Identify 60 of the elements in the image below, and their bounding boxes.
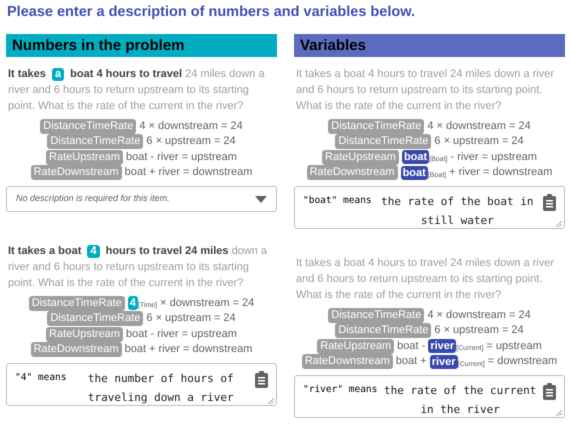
equation-tag: RateDownstream: [30, 342, 122, 358]
equation-text: = upstream: [486, 338, 542, 354]
equation-text: 6 × upstream = 24: [146, 311, 236, 326]
variable-chip: boat: [402, 150, 430, 164]
equation-tag: DistanceTimeRate: [40, 118, 136, 134]
variable-label: "boat" means: [303, 194, 372, 208]
description-field[interactable]: the rate of the current in the river: [380, 381, 540, 419]
equation-tag: DistanceTimeRate: [335, 134, 432, 150]
resize-handle-icon[interactable]: [556, 410, 562, 416]
resize-handle-icon[interactable]: [268, 398, 274, 404]
description-dropdown[interactable]: No description is required for this item.: [6, 186, 277, 212]
equation-tag: RateDownstream: [306, 165, 398, 180]
section-header: Numbers in the problem: [6, 34, 277, 57]
description-field[interactable]: the rate of the boat in still water: [374, 192, 540, 230]
problem-text: It takes a boat 4 hours to travel 24 miles down a river and 6 hours to return upstream to its starting point. What is the rate of the current in the river?: [7, 67, 266, 114]
equation-text: 4 × downstream = 24: [427, 118, 531, 134]
page-title: Please enter a description of numbers and variables below.: [6, 3, 416, 21]
problem-text: It takes a boat 4 hours to travel 24 miles down a river and 6 hours to return upstream to its starting point. What is the rate of the current in the river?: [7, 244, 268, 291]
equation-text: = downstream: [488, 354, 558, 370]
problem-text: It takes a boat 4 hours to travel 24 miles down a river and 6 hours to return upstream to its starting point. What is the rate of the current in the river?: [295, 67, 556, 114]
equation-tag: DistanceTimeRate: [328, 308, 424, 323]
equation-text: boat +: [396, 354, 427, 370]
equation-text: 6 × upstream = 24: [146, 134, 236, 150]
equation-text: boat + river = downstream: [124, 342, 252, 358]
variable-chip: river: [430, 354, 458, 369]
equation-tag: RateDownstream: [30, 165, 122, 180]
equation-tag: DistanceTimeRate: [47, 311, 144, 326]
equation-tag: RateUpstream: [46, 150, 123, 165]
problem-text: It takes a boat 4 hours to travel 24 miles down a river and 6 hours to return upstream to its starting point. What is the rate of the current in the river?: [295, 256, 556, 303]
equation-text: + river = downstream: [449, 165, 552, 180]
equation-text: boat - river = upstream: [126, 326, 237, 342]
equation-text: boat - river = upstream: [126, 150, 237, 165]
variable-chip: river: [428, 339, 456, 354]
clipboard-icon[interactable]: [543, 194, 556, 211]
resize-handle-icon[interactable]: [556, 221, 562, 227]
equation-text: × downstream = 24: [160, 296, 254, 311]
equation-text: 4 × downstream = 24: [427, 308, 531, 323]
equation-tag: RateUpstream: [322, 150, 399, 165]
description-field[interactable]: the number of hours of traveling down a river: [69, 369, 252, 407]
variable-chip: 4: [128, 296, 138, 310]
equation-text: 6 × upstream = 24: [434, 134, 524, 150]
variable-label: "4" means: [15, 371, 66, 385]
equation-tag: DistanceTimeRate: [335, 323, 432, 338]
equation-text: - river = upstream: [450, 150, 537, 165]
section-header: Variables: [294, 34, 565, 57]
variable-chip: boat: [400, 166, 428, 180]
variable-label: "river" means: [303, 383, 378, 397]
equation-tag: RateUpstream: [46, 326, 123, 342]
clipboard-icon[interactable]: [255, 371, 268, 388]
equation-tag: RateUpstream: [317, 338, 394, 354]
equation-text: boat -: [397, 338, 426, 354]
equation-text: 4 × downstream = 24: [139, 118, 243, 134]
equation-text: 6 × upstream = 24: [434, 323, 524, 338]
equation-tag: DistanceTimeRate: [328, 118, 424, 134]
clipboard-icon[interactable]: [543, 383, 556, 400]
caret-icon: [255, 196, 267, 202]
equation-tag: DistanceTimeRate: [28, 296, 125, 311]
equation-tag: DistanceTimeRate: [47, 134, 144, 150]
equation-text: boat + river = downstream: [124, 165, 252, 180]
equation-tag: RateDownstream: [302, 354, 393, 370]
